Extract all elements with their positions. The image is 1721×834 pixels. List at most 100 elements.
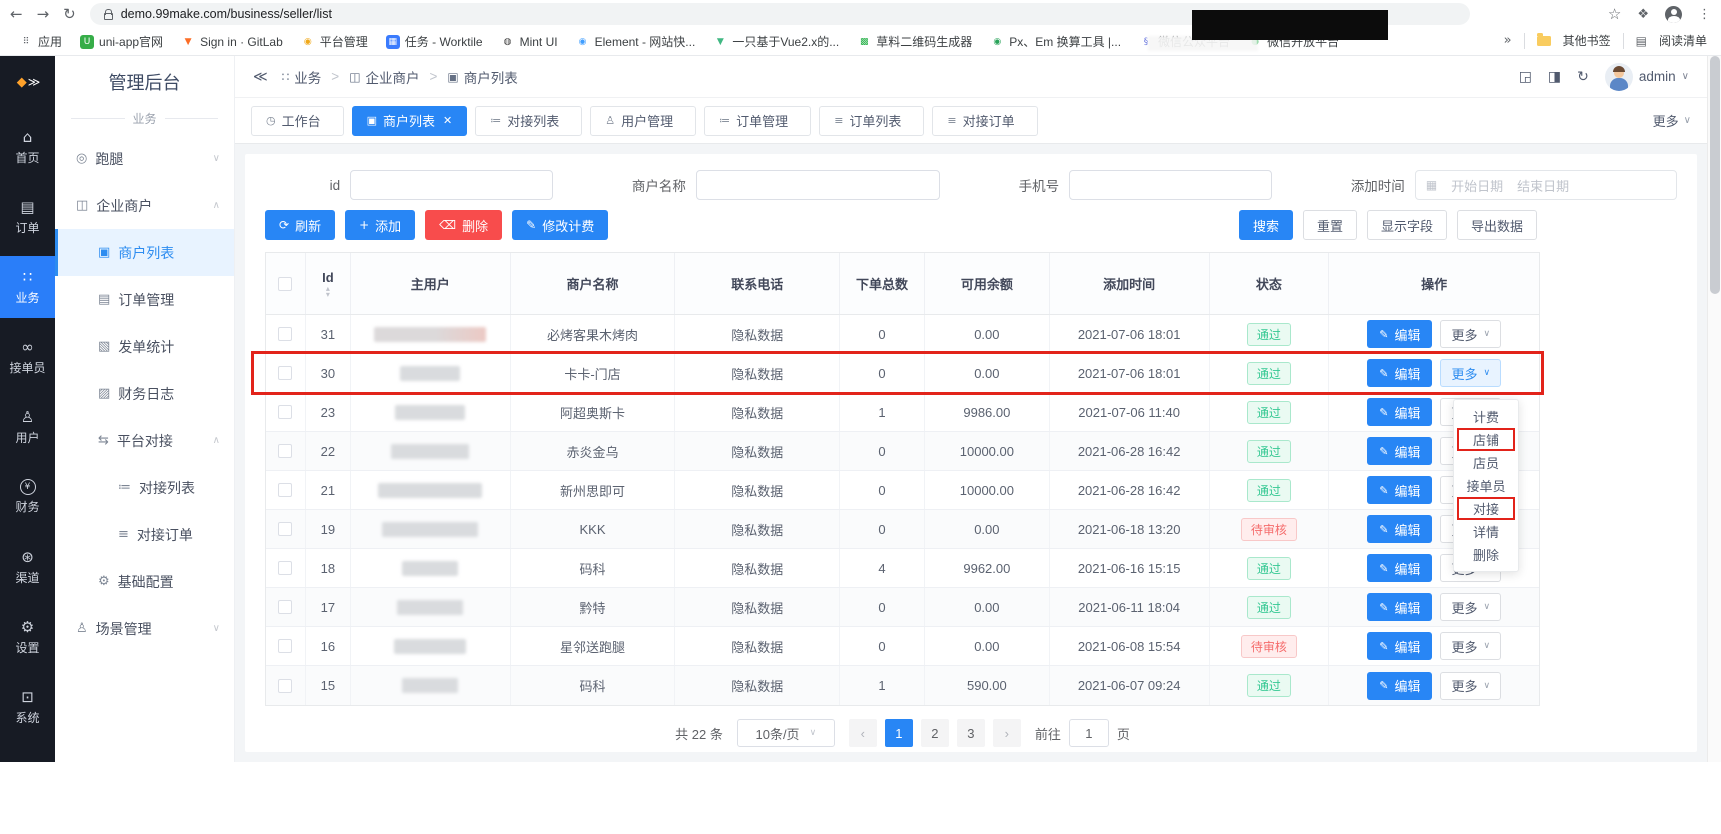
- user-menu[interactable]: admin ∨: [1605, 63, 1689, 91]
- menu-item[interactable]: ◫ 企业商户 ∧: [55, 182, 234, 229]
- more-button[interactable]: 更多 ∨: [1440, 359, 1501, 387]
- edit-button[interactable]: ✎ 编辑: [1367, 515, 1432, 543]
- menu-dots-icon[interactable]: ⋮: [1698, 7, 1711, 22]
- tab[interactable]: ◷ 工作台: [251, 106, 344, 136]
- rail-item[interactable]: ⊡ 系统: [0, 676, 55, 738]
- tab[interactable]: ≔ 订单管理: [704, 106, 811, 136]
- tab[interactable]: ▣ 商户列表 ✕: [352, 106, 468, 136]
- breadcrumb-item[interactable]: ∷ 业务: [282, 67, 322, 87]
- menu-item[interactable]: ◎ 跑腿 ∨: [55, 135, 234, 182]
- bookmark-item[interactable]: ▼ 一只基于Vue2.x的...: [706, 31, 846, 52]
- select-all-checkbox[interactable]: [278, 277, 292, 291]
- edit-button[interactable]: ✎ 编辑: [1367, 593, 1432, 621]
- fullscreen-icon[interactable]: ◲: [1519, 69, 1532, 85]
- tab[interactable]: ≡ 订单列表: [819, 106, 924, 136]
- row-checkbox[interactable]: [278, 327, 292, 341]
- menu-item[interactable]: ≡ 对接订单: [55, 511, 234, 558]
- tab[interactable]: ≔ 对接列表: [475, 106, 582, 136]
- edit-button[interactable]: ✎ 编辑: [1367, 672, 1432, 700]
- rail-item[interactable]: ⌂ 首页: [0, 116, 55, 178]
- tab[interactable]: ≡ 对接订单: [932, 106, 1037, 136]
- dropdown-item[interactable]: 对接: [1457, 497, 1515, 520]
- reading-list-label[interactable]: 阅读清单: [1659, 32, 1707, 49]
- back-icon[interactable]: ←: [10, 5, 23, 23]
- dropdown-item[interactable]: 接单员: [1454, 474, 1518, 497]
- page-button[interactable]: ‹: [849, 719, 877, 747]
- rail-item[interactable]: ⚙ 设置: [0, 606, 55, 668]
- refresh-page-icon[interactable]: ↻: [1577, 69, 1589, 85]
- breadcrumb-item[interactable]: ◫ 企业商户: [349, 67, 419, 87]
- rail-item[interactable]: ⊛ 渠道: [0, 536, 55, 598]
- dropdown-item[interactable]: 计费: [1454, 405, 1518, 428]
- theme-icon[interactable]: ◨: [1548, 69, 1561, 85]
- page-scrollbar[interactable]: [1707, 56, 1721, 762]
- dropdown-item[interactable]: 删除: [1454, 543, 1518, 566]
- goto-page-input[interactable]: 1: [1069, 719, 1109, 747]
- rail-item[interactable]: ¥ 财务: [0, 466, 55, 528]
- tabs-more-button[interactable]: 更多∨: [1653, 111, 1691, 130]
- edit-button[interactable]: ✎ 编辑: [1367, 320, 1432, 348]
- bookmarks-overflow-icon[interactable]: »: [1504, 33, 1512, 48]
- bookmark-item[interactable]: ◉ 平台管理: [294, 31, 375, 52]
- page-button[interactable]: 2: [921, 719, 949, 747]
- reload-icon[interactable]: ↻: [63, 5, 76, 23]
- forward-icon[interactable]: →: [37, 5, 50, 23]
- menu-item[interactable]: ▤ 订单管理: [55, 276, 234, 323]
- menu-item[interactable]: ♙ 场景管理 ∨: [55, 605, 234, 652]
- phone-input[interactable]: [1069, 170, 1272, 200]
- menu-item[interactable]: ⇆ 平台对接 ∧: [55, 417, 234, 464]
- merchant-name-input[interactable]: [696, 170, 940, 200]
- delete-button[interactable]: ⌫ 删除: [425, 210, 502, 240]
- profile-icon[interactable]: [1665, 6, 1682, 23]
- bookmark-item[interactable]: ◉ Px、Em 换算工具 |...: [983, 31, 1128, 52]
- rail-item[interactable]: ∷ 业务: [0, 256, 55, 318]
- row-checkbox[interactable]: [278, 405, 292, 419]
- more-button[interactable]: 更多 ∨: [1440, 593, 1501, 621]
- row-checkbox[interactable]: [278, 639, 292, 653]
- edit-button[interactable]: ✎ 编辑: [1367, 554, 1432, 582]
- bookmark-item[interactable]: ▩ 草料二维码生成器: [850, 31, 979, 52]
- dropdown-item[interactable]: 详情: [1454, 520, 1518, 543]
- tab[interactable]: ♙ 用户管理: [590, 106, 696, 136]
- page-size-select[interactable]: 10条/页 ∨: [737, 719, 835, 747]
- reset-button[interactable]: 重置: [1303, 210, 1357, 240]
- menu-item[interactable]: ▣ 商户列表: [55, 229, 234, 276]
- dropdown-item[interactable]: 店铺: [1457, 428, 1515, 451]
- edit-billing-button[interactable]: ✎ 修改计费: [512, 210, 608, 240]
- export-button[interactable]: 导出数据: [1457, 210, 1537, 240]
- menu-item[interactable]: ≔ 对接列表: [55, 464, 234, 511]
- row-checkbox[interactable]: [278, 366, 292, 380]
- more-button[interactable]: 更多 ∨: [1440, 632, 1501, 660]
- row-checkbox[interactable]: [278, 600, 292, 614]
- row-checkbox[interactable]: [278, 483, 292, 497]
- menu-item[interactable]: ▨ 财务日志: [55, 370, 234, 417]
- row-checkbox[interactable]: [278, 522, 292, 536]
- id-input[interactable]: [350, 170, 553, 200]
- edit-button[interactable]: ✎ 编辑: [1367, 476, 1432, 504]
- row-checkbox[interactable]: [278, 679, 292, 693]
- bookmark-item[interactable]: ◉ Element - 网站快...: [569, 31, 703, 52]
- breadcrumb-item[interactable]: ▣ 商户列表: [447, 67, 517, 87]
- bookmark-item[interactable]: ⠿ 应用: [12, 31, 69, 52]
- menu-item[interactable]: ▧ 发单统计: [55, 323, 234, 370]
- rail-item[interactable]: ▤ 订单: [0, 186, 55, 248]
- add-button[interactable]: + 添加: [345, 210, 415, 240]
- edit-button[interactable]: ✎ 编辑: [1367, 359, 1432, 387]
- page-button[interactable]: ›: [993, 719, 1021, 747]
- bookmark-item[interactable]: U uni-app官网: [73, 31, 170, 52]
- bookmark-item[interactable]: ◍ Mint UI: [494, 33, 565, 51]
- menu-item[interactable]: ⚙ 基础配置: [55, 558, 234, 605]
- bookmark-star-icon[interactable]: ☆: [1608, 5, 1621, 23]
- refresh-button[interactable]: ⟳ 刷新: [265, 210, 335, 240]
- edit-button[interactable]: ✎ 编辑: [1367, 632, 1432, 660]
- sort-icon[interactable]: ▴▾: [326, 286, 330, 298]
- edit-button[interactable]: ✎ 编辑: [1367, 437, 1432, 465]
- bookmark-item[interactable]: ▦ 任务 - Worktile: [379, 31, 490, 52]
- close-icon[interactable]: ✕: [443, 114, 452, 127]
- search-button[interactable]: 搜索: [1239, 210, 1293, 240]
- page-button[interactable]: 1: [885, 719, 913, 747]
- row-checkbox[interactable]: [278, 444, 292, 458]
- rail-item[interactable]: ∞ 接单员: [0, 326, 55, 388]
- show-fields-button[interactable]: 显示字段: [1367, 210, 1447, 240]
- scrollbar-thumb[interactable]: [1710, 56, 1720, 294]
